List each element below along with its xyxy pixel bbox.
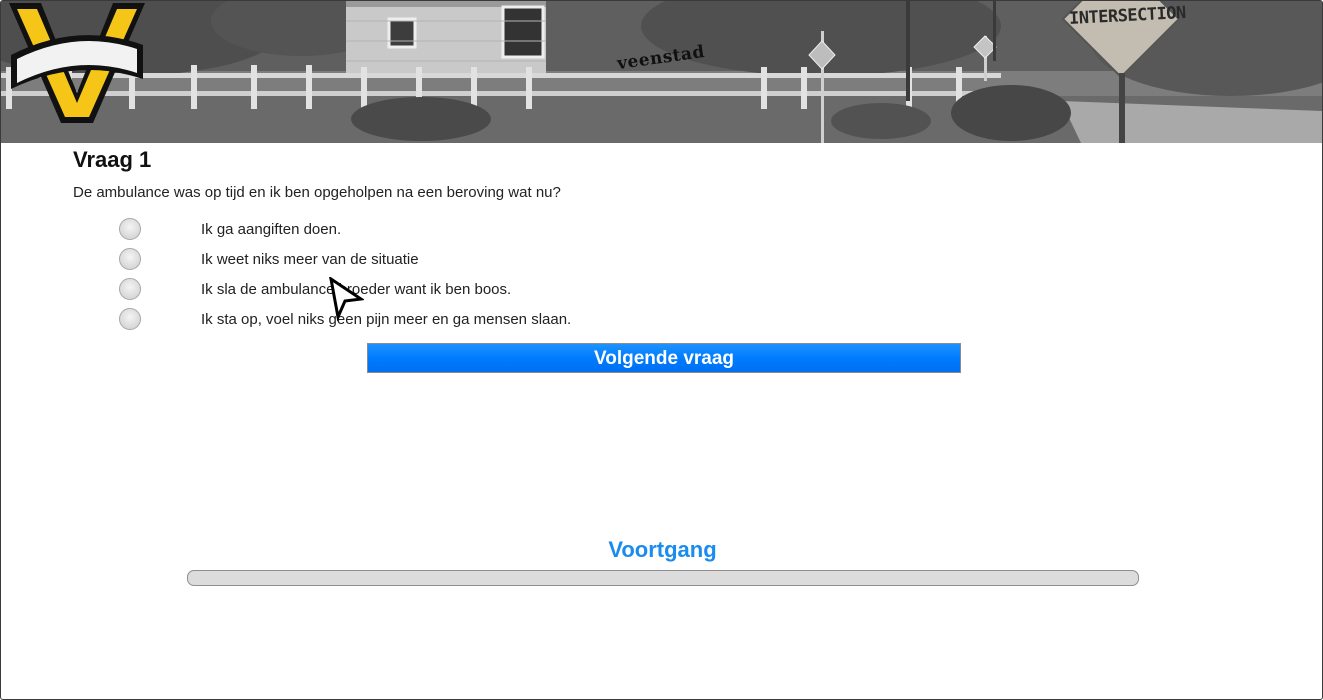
answer-option-2[interactable]: Ik weet niks meer van de situatie xyxy=(119,244,819,274)
next-question-button[interactable]: Volgende vraag xyxy=(367,343,961,373)
radio-button-2[interactable] xyxy=(119,248,141,270)
answer-label-3: Ik sla de ambulance broeder want ik ben … xyxy=(201,280,512,298)
answer-label-4: Ik sta op, voel niks geen pijn meer en g… xyxy=(201,310,572,328)
progress-title: Voortgang xyxy=(608,537,717,562)
question-title: Vraag 1 xyxy=(73,147,152,172)
veenstad-v-logo-icon xyxy=(9,3,145,123)
radio-button-4[interactable] xyxy=(119,308,141,330)
answer-list: Ik ga aangiften doen. Ik weet niks meer … xyxy=(119,214,819,334)
radio-button-3[interactable] xyxy=(119,278,141,300)
answer-label-2: Ik weet niks meer van de situatie xyxy=(201,250,419,268)
quiz-page: veenstad INTERSECTION Vraag 1 De ambulan… xyxy=(0,0,1323,700)
question-text: De ambulance was op tijd en ik ben opgeh… xyxy=(73,184,561,201)
answer-option-1[interactable]: Ik ga aangiften doen. xyxy=(119,214,819,244)
answer-option-4[interactable]: Ik sta op, voel niks geen pijn meer en g… xyxy=(119,304,819,334)
header-banner: veenstad INTERSECTION xyxy=(1,1,1322,143)
answer-label-1: Ik ga aangiften doen. xyxy=(201,220,342,238)
progress-bar xyxy=(187,570,1139,586)
answer-option-3[interactable]: Ik sla de ambulance broeder want ik ben … xyxy=(119,274,819,304)
radio-button-1[interactable] xyxy=(119,218,141,240)
